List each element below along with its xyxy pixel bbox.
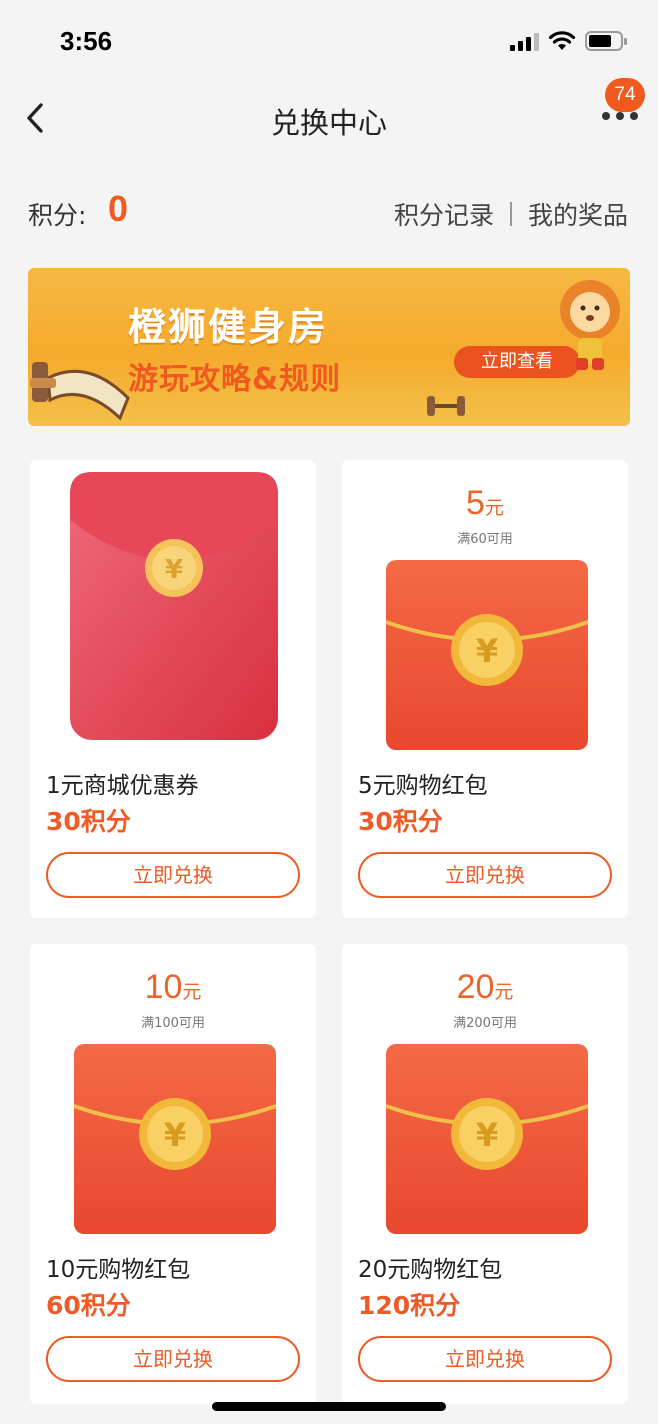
status-time: 3:56: [60, 26, 113, 56]
product-card-20yuan[interactable]: ¥ 20元 满200可用 20元购物红包 120积分 立即兑换: [342, 944, 628, 1404]
product-name: 10元购物红包: [46, 1257, 191, 1283]
redeem-button[interactable]: 立即兑换: [46, 852, 300, 898]
lion-mascot-icon: [560, 280, 620, 370]
page-title: 兑换中心: [270, 106, 387, 140]
packet-amount: 20元: [456, 968, 514, 1006]
product-card-coupon[interactable]: ¥ 1元商城优惠券 30积分 立即兑换: [30, 460, 316, 918]
packet-amount: 5元: [466, 484, 504, 522]
points-record-link[interactable]: 积分记录: [394, 196, 494, 232]
points-links: 积分记录 我的奖品: [394, 196, 628, 232]
dumbbell-icon: [427, 396, 465, 416]
more-icon[interactable]: [602, 112, 638, 122]
signal-icon: [510, 33, 540, 51]
product-name: 20元购物红包: [358, 1257, 503, 1283]
redeem-button[interactable]: 立即兑换: [358, 852, 612, 898]
packet-condition: 满200可用: [453, 1016, 517, 1031]
divider: [509, 202, 512, 226]
status-bar: 3:56: [0, 0, 658, 84]
product-price: 30积分: [46, 807, 131, 836]
packet-condition: 满100可用: [141, 1016, 205, 1031]
product-card-10yuan[interactable]: ¥ 10元 满100可用 10元购物红包 60积分 立即兑换: [30, 944, 316, 1404]
packet-amount: 10元: [144, 968, 202, 1006]
banner-subtitle: 游玩攻略&规则: [128, 362, 342, 397]
product-name: 1元商城优惠券: [46, 773, 199, 799]
points-label: 积分:: [28, 201, 87, 230]
product-card-5yuan[interactable]: ¥ 5元 满60可用 5元购物红包 30积分 立即兑换: [342, 460, 628, 918]
packet-condition: 满60可用: [457, 532, 513, 547]
red-packet-icon: ¥: [70, 472, 278, 740]
redeem-button[interactable]: 立即兑换: [358, 1336, 612, 1382]
gym-banner[interactable]: 橙狮健身房 游玩攻略&规则 立即查看: [28, 268, 630, 426]
notification-badge: 74: [605, 78, 645, 112]
product-price: 30积分: [358, 807, 443, 836]
svg-text:¥: ¥: [164, 1116, 186, 1154]
svg-text:¥: ¥: [476, 1116, 498, 1154]
product-price: 120积分: [358, 1291, 461, 1320]
my-prizes-link[interactable]: 我的奖品: [528, 196, 628, 232]
product-price: 60积分: [46, 1291, 131, 1320]
fitness-decoration-icon: [30, 362, 130, 421]
battery-icon: [585, 31, 627, 51]
nav-bar: 兑换中心: [0, 84, 658, 154]
wifi-icon: [548, 31, 576, 50]
product-name: 5元购物红包: [358, 773, 488, 799]
points-row: 积分: 0 积分记录 我的奖品: [0, 188, 658, 238]
redeem-button[interactable]: 立即兑换: [46, 1336, 300, 1382]
points-value: 0: [108, 188, 129, 229]
svg-text:¥: ¥: [165, 555, 183, 585]
banner-title: 橙狮健身房: [128, 305, 329, 349]
svg-text:¥: ¥: [476, 632, 498, 670]
home-indicator[interactable]: [212, 1402, 446, 1411]
